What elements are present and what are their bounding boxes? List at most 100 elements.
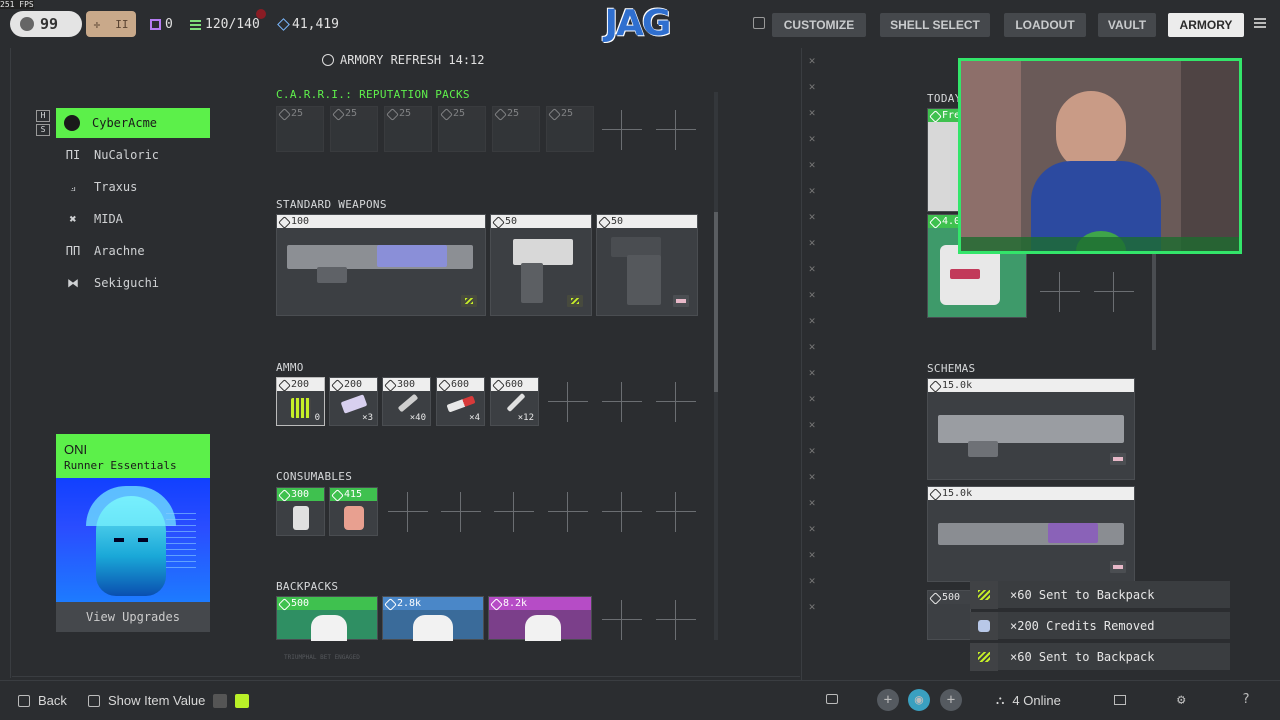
item-price: 415 <box>330 488 377 501</box>
reputation-pack-slot[interactable]: 25 <box>438 106 486 152</box>
help-icon[interactable]: ? <box>1242 692 1250 707</box>
nav-armory[interactable]: ARMORY <box>1168 13 1244 37</box>
item-price: 25 <box>385 107 431 120</box>
nav-shell-select[interactable]: SHELL SELECT <box>880 13 990 37</box>
corp-arachne[interactable]: ΠΠ Arachne <box>56 236 210 266</box>
corp-traxus[interactable]: ⟓ Traxus <box>56 172 210 202</box>
reputation-pack-slot[interactable]: 25 <box>330 106 378 152</box>
alert-dot-icon <box>256 9 266 19</box>
online-friends[interactable]: ⛬ 4 Online <box>996 693 1061 708</box>
reputation-pack-slot[interactable]: 25 <box>492 106 540 152</box>
corp-cyberacme[interactable]: CyberAcme <box>56 108 210 138</box>
weapon-slot-rifle[interactable]: 100 <box>276 214 486 316</box>
rarity-tag <box>1110 561 1126 573</box>
ammo-icon <box>970 580 998 609</box>
hotkey-h: H <box>36 110 50 122</box>
party-avatar-icon[interactable]: ◉ <box>908 689 930 711</box>
item-qty: ×4 <box>469 413 480 423</box>
mail-icon[interactable] <box>1114 695 1126 705</box>
empty-slot-plus-icon <box>656 382 696 422</box>
inventory-icon <box>190 19 201 30</box>
refresh-timer: ARMORY REFRESH 14:12 <box>340 53 485 67</box>
reputation-pack-slot[interactable]: 25 <box>546 106 594 152</box>
chat-icon[interactable] <box>826 694 838 704</box>
section-weapons-title: STANDARD WEAPONS <box>276 198 387 211</box>
empty-slot-plus-icon <box>1094 272 1134 312</box>
empty-slot-plus-icon <box>548 492 588 532</box>
webcam-overlay <box>958 58 1242 254</box>
ammo-slot[interactable]: 300 ×40 <box>382 377 431 426</box>
item-price: 500 <box>277 597 377 610</box>
reputation-pack-slot[interactable]: 25 <box>384 106 432 152</box>
inventory-count: 120/140 <box>205 17 260 32</box>
corp-label: Arachne <box>94 244 145 258</box>
divider-glyphs: ✕ ✕ ✕ ✕ ✕ ✕ ✕ ✕ ✕ ✕ ✕ ✕ ✕ ✕ ✕ ✕ ✕ ✕ ✕ ✕ ✕ ✕ <box>808 54 816 613</box>
toast-notification: ×60 Sent to Backpack <box>970 580 1230 609</box>
streamer-logo: JAG <box>604 3 672 44</box>
back-button[interactable]: Back <box>18 693 67 708</box>
slot-toggle[interactable]: ✛ II <box>86 11 136 37</box>
corp-label: Sekiguchi <box>94 276 160 290</box>
show-item-value-toggle[interactable]: Show Item Value <box>88 693 250 708</box>
item-price: 200 <box>277 378 324 391</box>
weapon-slot-smg[interactable]: 50 <box>596 214 698 316</box>
add-friend-left-icon[interactable]: + <box>877 689 899 711</box>
reputation-pack-slot[interactable]: 25 <box>276 106 324 152</box>
empty-slot-plus-icon <box>656 600 696 640</box>
ammo-slot[interactable]: 200 ×3 <box>329 377 378 426</box>
sekiguchi-icon: ⧓ <box>67 276 79 290</box>
toggle-off-icon <box>213 693 228 708</box>
schema-slot[interactable]: 500 <box>927 590 971 640</box>
menu-icon[interactable] <box>1254 18 1266 28</box>
toast-notification: ×200 Credits Removed <box>970 611 1230 640</box>
item-price: 2.8k <box>383 597 483 610</box>
empty-slot-plus-icon <box>441 492 481 532</box>
corp-nucaloric[interactable]: ΠΙ NuCaloric <box>56 140 210 170</box>
items-count: 0 <box>165 17 173 32</box>
consumable-slot[interactable]: 300 <box>276 487 325 536</box>
scrollbar-thumb[interactable] <box>714 212 718 392</box>
section-consumables-title: CONSUMABLES <box>276 470 353 483</box>
schemas-title: SCHEMAS <box>927 362 976 375</box>
oni-header: ONI Runner Essentials <box>56 434 210 478</box>
settings-gear-icon[interactable]: ⚙ <box>1177 692 1185 708</box>
weapon-slot-pistol[interactable]: 50 <box>490 214 592 316</box>
view-upgrades-button[interactable]: View Upgrades <box>56 602 210 632</box>
nav-vault[interactable]: VAULT <box>1098 13 1156 37</box>
corp-mida[interactable]: ✖ MIDA <box>56 204 210 234</box>
ammo-slot[interactable]: 200 0 <box>276 377 325 426</box>
item-qty: ×40 <box>409 413 426 423</box>
today-free-slot[interactable]: Fre <box>927 108 961 212</box>
nav-customize[interactable]: CUSTOMIZE <box>772 13 866 37</box>
schema-slot[interactable]: 15.0k <box>927 378 1135 480</box>
armory-refresh: ARMORY REFRESH 14:12 <box>322 53 485 67</box>
backpack-slot[interactable]: 2.8k <box>382 596 484 641</box>
item-price: 100 <box>277 215 485 228</box>
online-count: 4 Online <box>1012 693 1061 708</box>
item-price: 300 <box>383 378 430 391</box>
item-qty: ×3 <box>362 413 373 423</box>
friends-icon: ⛬ <box>996 693 1005 707</box>
toast-text: ×60 Sent to Backpack <box>1010 587 1155 602</box>
vault-icon[interactable] <box>753 17 765 29</box>
toast-notification: ×60 Sent to Backpack <box>970 642 1230 671</box>
item-price: 25 <box>331 107 377 120</box>
item-price: 300 <box>277 488 324 501</box>
left-border <box>10 48 11 678</box>
schema-slot[interactable]: 15.0k <box>927 486 1135 582</box>
item-price: 50 <box>597 215 697 228</box>
backpack-slot[interactable]: 500 <box>276 596 378 641</box>
toast-text: ×200 Credits Removed <box>1010 618 1155 633</box>
ammo-icon <box>970 642 998 671</box>
consumable-slot[interactable]: 415 <box>329 487 378 536</box>
panel-divider <box>801 48 802 680</box>
add-friend-right-icon[interactable]: + <box>940 689 962 711</box>
empty-slot-plus-icon <box>602 382 642 422</box>
ammo-slot[interactable]: 600 ×12 <box>490 377 539 426</box>
nav-loadout[interactable]: LOADOUT <box>1004 13 1086 37</box>
ammo-slot[interactable]: 600 ×4 <box>436 377 485 426</box>
level-badge[interactable]: 99 <box>10 11 82 37</box>
corp-sekiguchi[interactable]: ⧓ Sekiguchi <box>56 268 210 298</box>
item-price: 25 <box>547 107 593 120</box>
backpack-slot[interactable]: 8.2k <box>488 596 592 641</box>
